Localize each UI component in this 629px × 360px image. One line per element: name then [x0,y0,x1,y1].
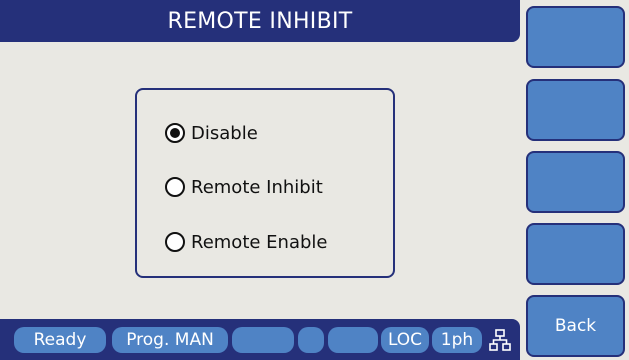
option-label: Disable [191,122,258,144]
status-loc: LOC [381,327,429,353]
option-label: Remote Inhibit [191,176,323,198]
status-bar: Ready Prog. MAN LOC 1ph [0,319,520,360]
option-disable[interactable]: Disable [165,120,258,146]
option-label: Remote Enable [191,231,328,253]
network-icon [489,329,511,351]
status-program-mode: Prog. MAN [112,327,228,353]
content-area: Disable Remote Inhibit Remote Enable [0,42,520,319]
radio-remote-inhibit[interactable] [165,177,185,197]
status-blank-2 [298,327,324,353]
status-blank-1 [232,327,294,353]
softkey-4[interactable] [526,223,625,285]
options-panel: Disable Remote Inhibit Remote Enable [135,88,395,278]
radio-remote-enable[interactable] [165,232,185,252]
page-title: REMOTE INHIBIT [167,8,353,34]
status-phase: 1ph [432,327,482,353]
status-blank-3 [328,327,378,353]
softkey-1[interactable] [526,6,625,68]
softkey-3[interactable] [526,151,625,213]
option-remote-enable[interactable]: Remote Enable [165,229,328,255]
softkey-2[interactable] [526,79,625,141]
status-ready: Ready [14,327,106,353]
softkey-column: Back [520,0,629,360]
option-remote-inhibit[interactable]: Remote Inhibit [165,174,323,200]
back-button[interactable]: Back [526,295,625,357]
radio-disable[interactable] [165,123,185,143]
title-bar: REMOTE INHIBIT [0,0,520,42]
